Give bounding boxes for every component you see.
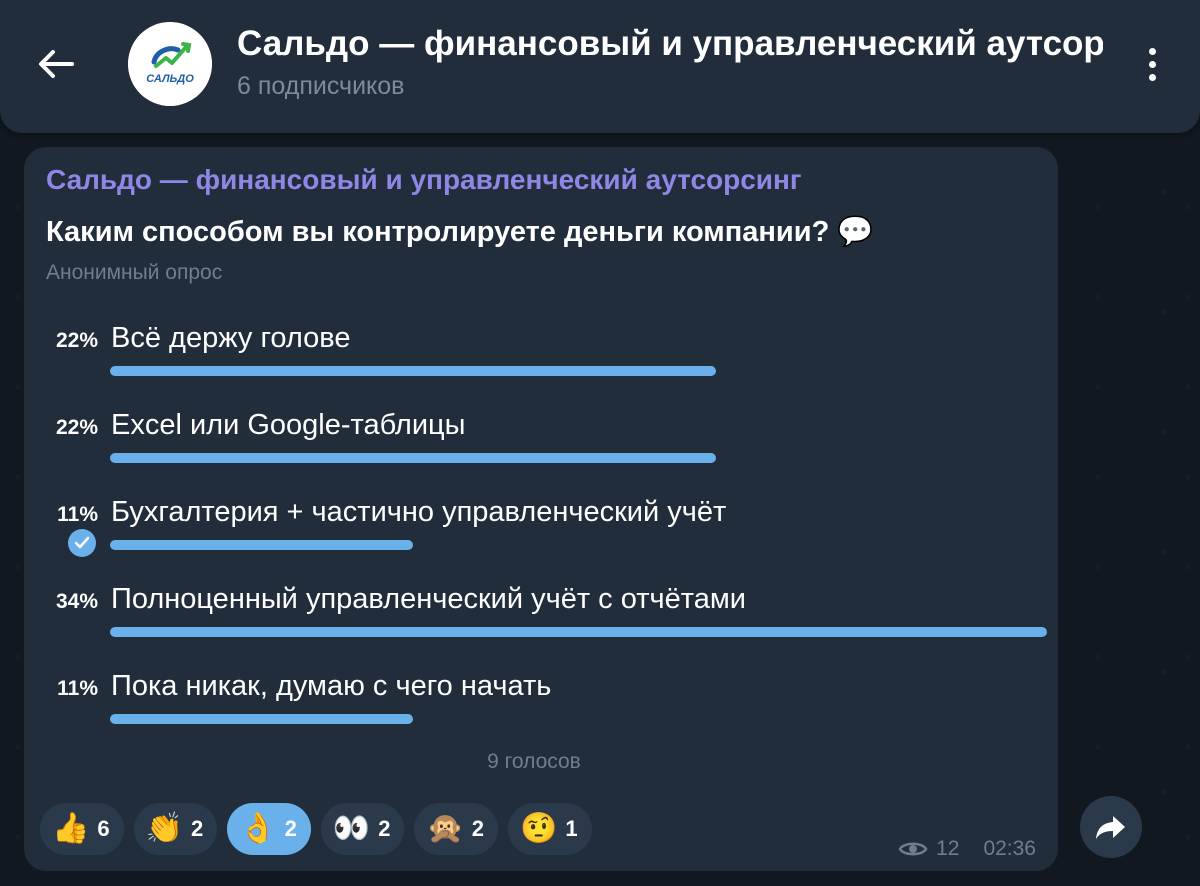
message-meta: 12 02:36 (898, 837, 1036, 861)
monkey-icon: 🙊 (426, 811, 464, 846)
option-percent: 11% (57, 503, 98, 526)
arrow-left-icon (39, 50, 74, 78)
check-icon (68, 529, 96, 557)
option-label: Пока никак, думаю с чего начать (111, 670, 552, 702)
option-bar (110, 453, 716, 463)
vote-count[interactable]: 9 голосов (24, 750, 1044, 774)
reaction-thumbs-up[interactable]: 👍 6 (40, 803, 124, 855)
poll-option-chosen[interactable]: 11% Бухгалтерия + частично управленчески… (24, 496, 1058, 563)
reaction-raised-eyebrow[interactable]: 🤨 1 (508, 803, 592, 855)
option-percent: 34% (55, 590, 98, 613)
logo-icon: САЛЬДО (128, 22, 212, 106)
option-percent: 22% (55, 416, 98, 439)
option-bar (110, 627, 1047, 637)
option-label: Бухгалтерия + частично управленческий уч… (111, 496, 727, 528)
ok-hand-icon: 👌 (239, 811, 277, 846)
reaction-count: 1 (565, 816, 578, 841)
more-menu-button[interactable] (1132, 40, 1172, 88)
share-button[interactable] (1080, 796, 1142, 858)
option-percent: 22% (55, 329, 98, 352)
menu-dot (1148, 73, 1156, 81)
option-label: Всё держу голове (111, 322, 351, 354)
reactions-bar: 👍 6 👏 2 👌 2 👀 2 🙊 2 🤨 1 (40, 803, 592, 855)
share-icon (1096, 816, 1125, 839)
back-button[interactable] (30, 40, 82, 88)
eyes-icon: 👀 (332, 811, 371, 846)
option-bar (110, 540, 413, 550)
option-bar (110, 714, 413, 724)
view-count: 12 (936, 837, 960, 860)
option-percent: 11% (57, 677, 98, 700)
poll-option[interactable]: 22% Excel или Google-таблицы (24, 409, 1058, 476)
option-bar (110, 366, 716, 376)
clapping-hands-icon: 👏 (145, 811, 183, 846)
thumbs-up-icon: 👍 (52, 811, 90, 846)
option-label: Excel или Google-таблицы (111, 409, 466, 441)
reaction-count: 2 (190, 816, 204, 841)
poll-option[interactable]: 11% Пока никак, думаю с чего начать (24, 670, 1058, 737)
raised-eyebrow-face-icon: 🤨 (520, 811, 558, 846)
reaction-count: 2 (378, 816, 391, 841)
subscriber-count: 6 подписчиков (237, 72, 405, 100)
message-time: 02:36 (983, 837, 1036, 860)
channel-avatar[interactable]: САЛЬДО (128, 22, 212, 106)
avatar-text: САЛЬДО (146, 73, 194, 85)
reaction-clap[interactable]: 👏 2 (133, 803, 218, 855)
sender-name[interactable]: Сальдо — финансовый и управленческий аут… (46, 164, 802, 196)
option-label: Полноценный управленческий учёт с отчёта… (111, 583, 746, 615)
reaction-ok-hand[interactable]: 👌 2 (227, 803, 311, 855)
poll-option[interactable]: 34% Полноценный управленческий учёт с от… (24, 583, 1058, 650)
eye-icon (898, 842, 928, 856)
poll-message: Сальдо — финансовый и управленческий аут… (24, 147, 1058, 871)
reaction-count: 6 (97, 816, 110, 841)
reaction-count: 2 (284, 816, 297, 841)
poll-question: Каким способом вы контролируете деньги к… (46, 216, 874, 248)
poll-option[interactable]: 22% Всё держу голове (24, 322, 1058, 389)
menu-dot (1148, 60, 1156, 68)
poll-type: Анонимный опрос (46, 261, 223, 284)
channel-title[interactable]: Сальдо — финансовый и управленческий аут… (237, 24, 1103, 64)
reaction-speak-no-evil[interactable]: 🙊 2 (414, 803, 499, 855)
chat-header: САЛЬДО Сальдо — финансовый и управленчес… (0, 0, 1200, 133)
reaction-count: 2 (471, 816, 485, 841)
reaction-eyes[interactable]: 👀 2 (320, 803, 405, 855)
more-vertical-icon (1148, 47, 1156, 55)
